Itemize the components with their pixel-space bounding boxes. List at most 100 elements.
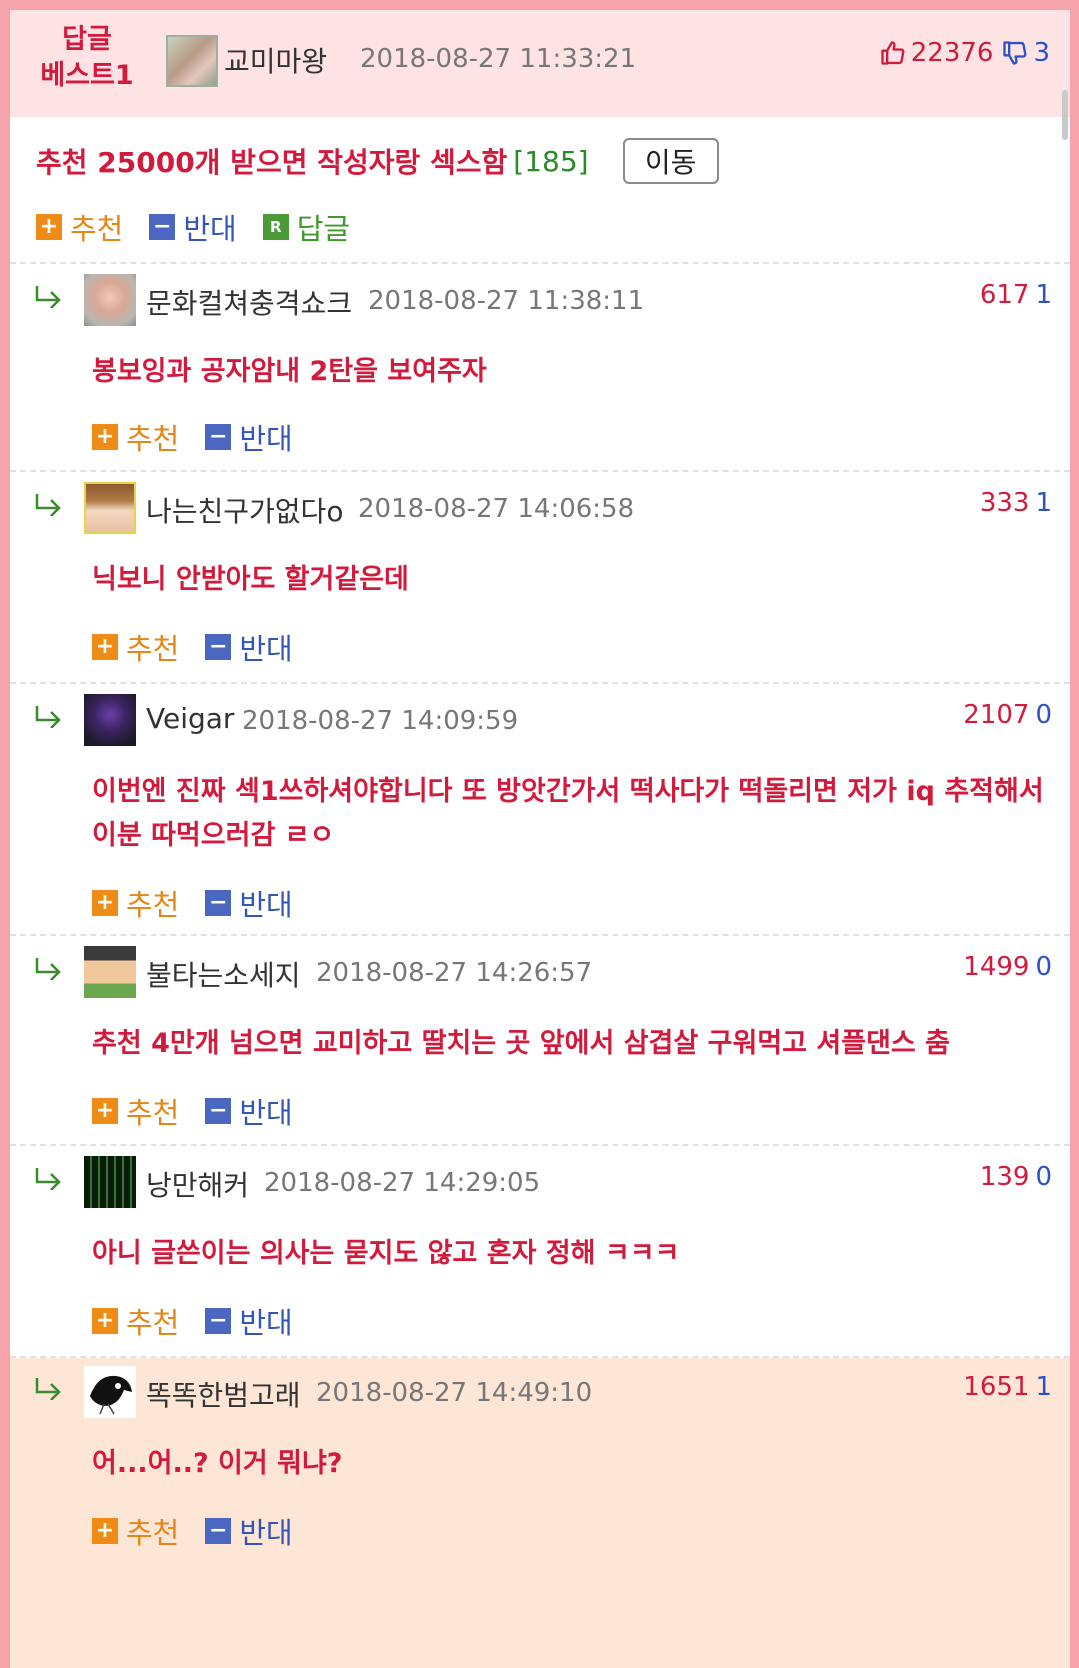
best-reply-label: 답글 베스트1 [32,22,142,94]
recommend-label: 추천 [70,212,124,246]
post-down-count: 3 [1033,38,1050,68]
comment-date: 2018-08-27 14:09:59 [242,706,519,736]
comment-down-count: 0 [1035,700,1052,730]
comment-nickname[interactable]: 나는친구가없다o [146,490,343,530]
recommend-button[interactable]: + 추천 [92,1090,179,1132]
oppose-button[interactable]: − 반대 [205,882,293,924]
post-votes: 22376 3 [879,38,1050,68]
comment-nickname[interactable]: Veigar [146,702,234,735]
recommend-button[interactable]: + 추천 [36,206,123,248]
comment-date: 2018-08-27 14:06:58 [358,494,635,524]
recommend-button[interactable]: + 추천 [92,626,179,668]
avatar[interactable] [84,1366,136,1418]
oppose-label: 반대 [239,422,293,456]
recommend-label: 추천 [126,1306,180,1340]
oppose-button[interactable]: − 반대 [205,626,293,668]
plus-icon: + [92,424,118,450]
minus-icon: − [205,634,232,660]
comment-date: 2018-08-27 14:49:10 [316,1378,593,1408]
reply-arrow-icon [35,958,61,980]
comment-votes: 1651 1 [963,1372,1052,1402]
recommend-button[interactable]: + 추천 [92,416,179,458]
avatar[interactable] [84,274,136,326]
oppose-label: 반대 [239,1096,293,1130]
comment-down-count: 1 [1035,488,1052,518]
comment-text: 아니 글쓴이는 의사는 묻지도 않고 혼자 정해 ㅋㅋㅋ [92,1238,680,1269]
comment-date: 2018-08-27 14:29:05 [264,1168,541,1198]
plus-icon: + [92,1518,118,1544]
comment-actions: + 추천 − 반대 [92,626,319,668]
oppose-button[interactable]: − 반대 [149,206,237,248]
recommend-label: 추천 [126,888,180,922]
recommend-label: 추천 [126,1516,180,1550]
comment-item: 낭만해커 2018-08-27 14:29:05 139 0 아니 글쓴이는 의사… [10,1148,1070,1356]
plus-icon: + [92,1098,118,1124]
comment-text: 추천 4만개 넘으면 교미하고 딸치는 곳 앞에서 삼겹살 구워먹고 셔플댄스 … [92,1028,950,1059]
avatar[interactable] [84,482,136,534]
oppose-label: 반대 [239,632,293,666]
reply-label: 답글 [296,212,351,246]
thumbs-up-icon[interactable] [879,39,907,67]
avatar[interactable] [84,1156,136,1208]
reply-arrow-icon [35,706,61,728]
reply-arrow-icon [35,286,61,308]
comment-up-count: 617 [979,280,1030,310]
minus-icon: − [205,1098,232,1124]
comment-date: 2018-08-27 11:38:11 [368,286,645,316]
best-reply-header: 답글 베스트1 교미마왕 2018-08-27 11:33:21 22376 3 [10,10,1070,117]
best-label-line1: 답글 [62,24,112,55]
comment-up-count: 139 [979,1162,1030,1192]
avatar[interactable] [84,694,136,746]
comment-votes: 333 1 [980,488,1052,518]
oppose-label: 반대 [239,1516,293,1550]
avatar[interactable] [84,946,136,998]
post-title-row: 추천 25000개 받으면 작성자랑 섹스함 [185] 이동 [36,138,719,184]
minus-icon: − [205,1308,232,1334]
oppose-button[interactable]: − 반대 [205,1300,293,1342]
reply-r-icon: R [262,214,289,240]
comment-nickname[interactable]: 문화컬쳐충격쇼크 [146,282,352,322]
thumbs-down-icon[interactable] [1001,39,1029,67]
comment-text: 이번엔 진짜 섹1쓰하셔야합니다 또 방앗간가서 떡사다가 떡돌리면 저가 iq… [92,776,1044,851]
comment-up-count: 1651 [963,1372,1030,1402]
best-label-line2: 베스트1 [40,60,134,91]
minus-icon: − [205,1518,232,1544]
recommend-button[interactable]: + 추천 [92,1300,179,1342]
move-button[interactable]: 이동 [622,138,719,184]
comment-votes: 2107 0 [963,700,1052,730]
oppose-button[interactable]: − 반대 [205,1090,293,1132]
divider [10,1144,1070,1146]
plus-icon: + [92,1308,118,1334]
reply-arrow-icon [35,494,61,516]
divider [10,262,1070,264]
post-title[interactable]: 추천 25000개 받으면 작성자랑 섹스함 [36,141,507,181]
post-comment-count: [185] [513,144,589,178]
comment-nickname[interactable]: 불타는소세지 [146,954,301,994]
comment-item: 문화컬쳐충격쇼크 2018-08-27 11:38:11 617 1 봉보잉과 공… [10,266,1070,470]
oppose-label: 반대 [239,888,293,922]
divider [10,682,1070,684]
reply-arrow-icon [35,1168,61,1190]
author-nickname[interactable]: 교미마왕 [224,40,327,80]
recommend-button[interactable]: + 추천 [92,882,179,924]
scrollbar[interactable] [1062,90,1068,140]
comment-nickname[interactable]: 똑똑한범고래 [146,1374,301,1414]
comment-actions: + 추천 − 반대 [92,882,319,924]
oppose-button[interactable]: − 반대 [205,416,293,458]
comment-up-count: 2107 [963,700,1030,730]
oppose-button[interactable]: − 반대 [205,1510,293,1552]
author-avatar[interactable] [166,35,218,87]
orca-avatar-icon [90,1375,132,1415]
minus-icon: − [149,214,176,240]
reply-arrow-icon [35,1378,61,1400]
comment-text: 어...어..? 이거 뭐냐? [92,1448,343,1479]
comment-actions: + 추천 − 반대 [92,416,319,458]
comment-nickname[interactable]: 낭만해커 [146,1164,249,1204]
reply-button[interactable]: R 답글 [262,206,351,248]
divider [10,470,1070,472]
comment-date: 2018-08-27 14:26:57 [316,958,593,988]
oppose-label: 반대 [183,212,237,246]
recommend-button[interactable]: + 추천 [92,1510,179,1552]
oppose-label: 반대 [239,1306,293,1340]
comment-text: 닉보니 안받아도 할거같은데 [92,564,409,595]
